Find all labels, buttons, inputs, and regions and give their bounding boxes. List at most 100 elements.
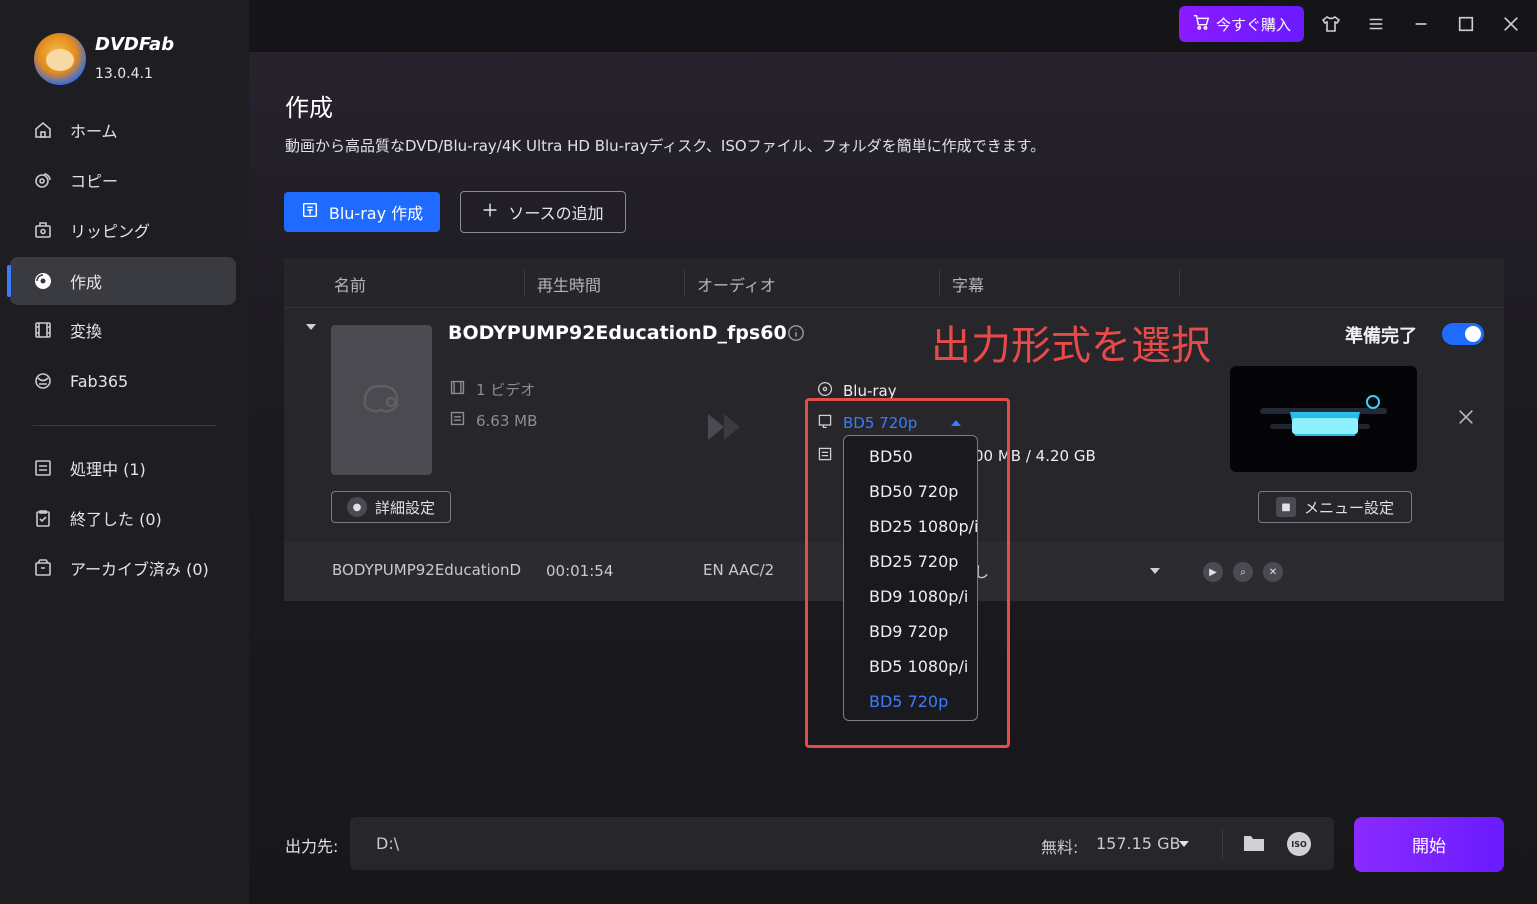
add-source-label: ソースの追加: [508, 204, 604, 223]
start-button[interactable]: 開始: [1354, 817, 1504, 872]
column-separator: [1179, 270, 1180, 296]
buy-now-button[interactable]: 今すぐ購入: [1179, 6, 1304, 42]
app-name: DVDFab: [95, 34, 175, 55]
column-subtitle: 字幕: [952, 276, 985, 295]
copy-icon: [32, 169, 54, 191]
maximize-icon[interactable]: [1454, 12, 1478, 36]
ready-toggle[interactable]: [1442, 323, 1484, 345]
dropdown-option[interactable]: BD50: [844, 439, 977, 474]
file-size-label: 6.63 MB: [476, 411, 538, 430]
sidebar-item-label: 変換: [70, 322, 103, 341]
output-path: D:\: [376, 834, 400, 853]
annotation-text: 出力形式を選択: [931, 323, 1211, 369]
search-icon[interactable]: ⌕: [1233, 562, 1253, 582]
track-audio[interactable]: EN AAC/2: [703, 561, 774, 579]
sidebar-item-label: Fab365: [70, 371, 129, 391]
dvdfab-logo: [34, 33, 86, 85]
track-actions: ▶ ⌕ ✕: [1203, 562, 1283, 582]
dropdown-option-selected[interactable]: BD5 720p: [844, 684, 977, 719]
menu-icon[interactable]: [1364, 12, 1388, 36]
sidebar-item-processing[interactable]: 処理中 (1): [10, 444, 236, 492]
plus-icon: [482, 202, 498, 222]
sidebar-item-label: リッピング: [70, 222, 151, 241]
sidebar-item-label: 処理中 (1): [70, 460, 146, 479]
free-space-dropdown-icon[interactable]: [1179, 841, 1189, 847]
sidebar-item-convert[interactable]: 変換: [10, 306, 236, 354]
track-name: BODYPUMP92EducationD: [332, 561, 522, 579]
cart-icon: [1192, 13, 1210, 35]
detail-settings-button[interactable]: ● 詳細設定: [331, 491, 451, 523]
settings-icon: ●: [346, 497, 367, 517]
sidebar-item-copy[interactable]: コピー: [10, 156, 236, 204]
bluray-create-button[interactable]: Blu-ray 作成: [284, 192, 440, 232]
menu-settings-button[interactable]: ■ メニュー設定: [1258, 491, 1412, 523]
minimize-icon[interactable]: [1409, 12, 1433, 36]
column-audio: オーディオ: [697, 276, 776, 295]
bluray-create-label: Blu-ray 作成: [328, 204, 424, 223]
table-header: 名前 再生時間 オーディオ 字幕: [284, 258, 1504, 308]
column-separator: [524, 270, 525, 296]
sidebar-item-fab365[interactable]: Fab365: [10, 357, 236, 405]
ripper-icon: [32, 219, 54, 241]
ready-label: 準備完了: [1345, 326, 1417, 347]
collapse-caret-icon[interactable]: [306, 324, 316, 330]
sidebar-item-label: アーカイブ済み (0): [70, 560, 209, 579]
free-space-value[interactable]: 157.15 GB: [1096, 834, 1180, 853]
sidebar-item-finished[interactable]: 終了した (0): [10, 494, 236, 542]
main-panel: 今すぐ購入 作成 動画から高品質なDVD/Blu-ray/4K Ultra HD…: [249, 0, 1537, 904]
page-title: 作成: [285, 94, 333, 122]
free-space-label: 無料:: [1041, 838, 1079, 857]
sidebar-item-home[interactable]: ホーム: [10, 106, 236, 154]
column-separator: [684, 270, 685, 296]
column-separator: [939, 270, 940, 296]
folder-icon[interactable]: [1242, 832, 1266, 858]
track-duration: 00:01:54: [546, 562, 614, 580]
sidebar-item-label: 終了した (0): [70, 510, 162, 529]
sidebar-divider: [33, 425, 216, 426]
output-label: 出力先:: [285, 837, 339, 856]
delete-icon[interactable]: ✕: [1263, 562, 1283, 582]
video-count: 1 ビデオ: [449, 379, 535, 400]
dropdown-option[interactable]: BD25 720p: [844, 544, 977, 579]
dropdown-option[interactable]: BD25 1080p/i: [844, 509, 978, 544]
app-version: 13.0.4.1: [95, 66, 153, 82]
file-title: BODYPUMP92EducationD_fps60: [448, 322, 787, 344]
play-icon[interactable]: ▶: [1203, 562, 1223, 582]
remove-item-icon[interactable]: [1457, 408, 1475, 430]
file-size: 6.63 MB: [449, 410, 537, 431]
dropdown-option[interactable]: BD5 1080p/i: [844, 649, 977, 684]
add-source-button[interactable]: ソースの追加: [460, 191, 626, 233]
dropdown-option[interactable]: BD50 720p: [844, 474, 977, 509]
buy-now-label: 今すぐ購入: [1215, 15, 1291, 34]
menu-icon-small: ■: [1275, 497, 1296, 517]
convert-icon: [32, 319, 54, 341]
column-name: 名前: [334, 276, 367, 295]
fab365-icon: [32, 370, 54, 392]
sidebar-item-archived[interactable]: アーカイブ済み (0): [10, 544, 236, 592]
output-path-field[interactable]: D:\ 無料: 157.15 GB ISO: [350, 817, 1334, 870]
sidebar-item-ripper[interactable]: リッピング: [10, 206, 236, 254]
iso-icon[interactable]: ISO: [1287, 832, 1311, 856]
title-bar: 今すぐ購入: [249, 0, 1537, 52]
video-count-label: 1 ビデオ: [476, 381, 536, 399]
sidebar: DVDFab 13.0.4.1 ホーム コピー リッピング 作成 変換 Fab3…: [0, 0, 249, 904]
create-mode-icon: [301, 201, 319, 223]
close-icon[interactable]: [1499, 12, 1523, 36]
dropdown-option[interactable]: BD9 720p: [844, 614, 977, 649]
info-icon[interactable]: [787, 324, 805, 346]
file-icon: [449, 410, 466, 431]
shirt-icon[interactable]: [1319, 12, 1343, 36]
processing-icon: [32, 457, 54, 479]
menu-preview: [1230, 366, 1417, 472]
sidebar-item-creator[interactable]: 作成: [7, 257, 236, 305]
page-description: 動画から高品質なDVD/Blu-ray/4K Ultra HD Blu-rayデ…: [285, 137, 1046, 155]
creator-icon: [32, 270, 54, 292]
finished-icon: [32, 507, 54, 529]
arrow-right-icon: [704, 410, 748, 448]
film-icon: [449, 379, 466, 400]
menu-settings-label: メニュー設定: [1303, 498, 1394, 517]
dropdown-option[interactable]: BD9 1080p/i: [844, 579, 977, 614]
subtitle-dropdown-icon[interactable]: [1150, 568, 1160, 574]
video-thumbnail: [331, 325, 432, 475]
sidebar-item-label: ホーム: [70, 122, 118, 141]
